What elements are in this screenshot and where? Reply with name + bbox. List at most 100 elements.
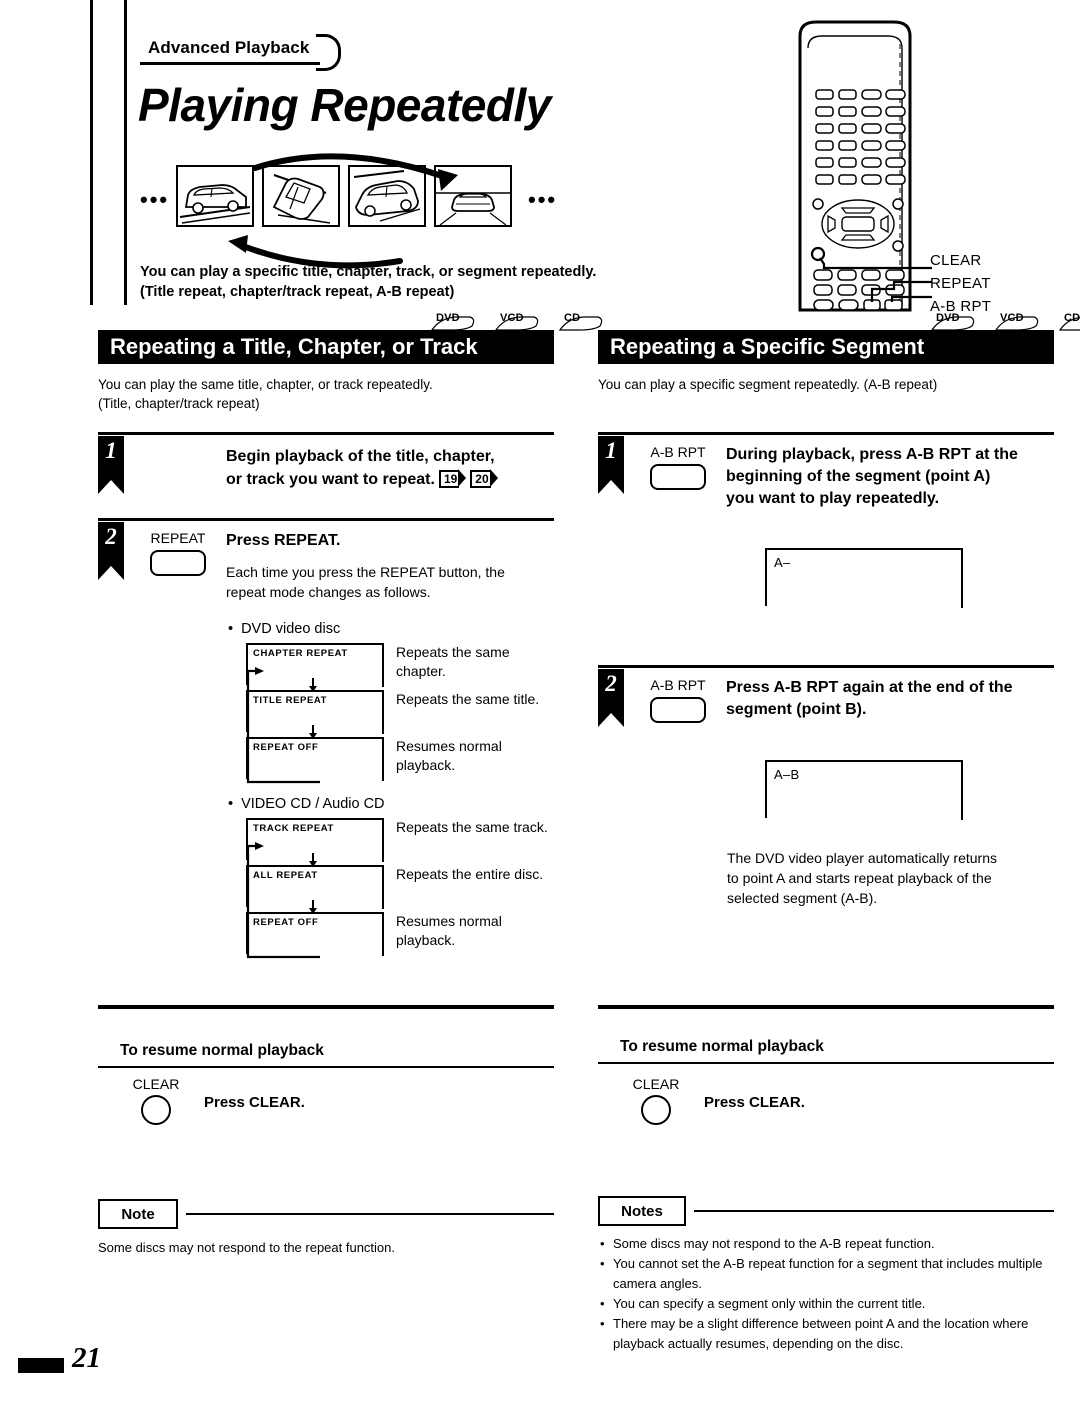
flow-dvd-desc-1-line-2: chapter. (396, 663, 446, 679)
remote-control-illustration: CLEAR REPEAT A-B RPT (782, 14, 1080, 315)
section-header-left: Repeating a Title, Chapter, or Track DVD… (98, 312, 603, 364)
left-step-1-number: 1 (105, 438, 117, 463)
flow-cd-desc-2: Repeats the entire disc. (396, 865, 586, 884)
flow-cd-desc-3-line-1: Resumes normal (396, 913, 502, 929)
right-step-1-heading: During playback, press A-B RPT at the be… (726, 444, 1056, 510)
right-step-2: 2 A-B RPT Press A-B RPT again at the end… (598, 665, 1054, 745)
badge-dvd-label: DVD (436, 312, 460, 324)
ab-rpt-button-icon-2[interactable] (650, 697, 706, 723)
right-notes-list: Some discs may not respond to the A-B re… (600, 1234, 1050, 1354)
flow-cd-display-3: REPEAT OFF (246, 912, 384, 956)
left-step-2-button-caption: REPEAT (150, 530, 206, 546)
right-step-2-number: 2 (605, 671, 617, 696)
right-step-1-heading-line-2: beginning of the segment (point A) (726, 468, 991, 485)
right-subparagraph: You can play a specific segment repeated… (598, 375, 937, 394)
right-step-2-heading-line-1: Press A-B RPT again at the end of the (726, 679, 1013, 696)
flow-dvd-row-2: TITLE REPEAT Repeats the same title. (228, 690, 539, 739)
left-step-2-marker: 2 (98, 522, 124, 584)
badge-cd-right: CD (1058, 312, 1080, 332)
left-step-1-heading: Begin playback of the title, chapter, or… (226, 446, 546, 491)
intro-line-1: You can play a specific title, chapter, … (140, 264, 597, 280)
right-resume-top-rule (598, 1005, 1054, 1009)
right-subparagraph-line-1: You can play a specific segment repeated… (598, 377, 938, 392)
left-resume-underline (98, 1066, 554, 1068)
note-item: There may be a slight difference between… (600, 1314, 1050, 1354)
section-header-left-text: Repeating a Title, Chapter, or Track (110, 334, 478, 359)
flow-dvd-row-3: REPEAT OFF Resumes normal playback. (228, 737, 502, 784)
flow-dvd-display-2-text: TITLE REPEAT (253, 695, 328, 706)
left-note-label-box: Note (98, 1199, 178, 1229)
intro-text: You can play a specific title, chapter, … (140, 262, 596, 302)
flow-dvd-desc-1-line-1: Repeats the same (396, 644, 510, 660)
page-ref-20-number: 20 (470, 470, 491, 488)
clear-button-icon-right[interactable] (641, 1095, 671, 1125)
badge-dvd-right-label: DVD (936, 312, 960, 324)
chapter-tab-bracket (316, 34, 341, 71)
chapter-tab-rule (140, 62, 320, 65)
badge-vcd-right-label: VCD (1000, 312, 1024, 324)
flow-cd-row-3: REPEAT OFF Resumes normal playback. (228, 912, 502, 959)
left-step-2-number: 2 (105, 524, 117, 549)
badge-vcd-right: VCD (994, 312, 1042, 332)
badge-cd-label: CD (564, 312, 581, 324)
flow-dvd-desc-2: Repeats the same title. (396, 690, 586, 709)
left-step-1-marker: 1 (98, 436, 124, 498)
flow-cd: VIDEO CD / Audio CD TRACK REPEAT Repeats… (228, 795, 548, 968)
badge-vcd: VCD (494, 312, 542, 332)
page-ref-19: 19 (438, 468, 467, 490)
repeat-illustration: ••• ••• (140, 153, 560, 269)
flow-cd-desc-3-line-2: playback. (396, 932, 456, 948)
left-step-2-button-group: REPEAT (130, 530, 226, 576)
right-after-text-line-3: selected segment (A-B). (727, 890, 878, 906)
left-step-1-body: Begin playback of the title, chapter, or… (226, 446, 546, 491)
right-step-1-rule (598, 432, 1054, 435)
ellipsis-right: ••• (528, 187, 558, 212)
right-step-2-marker: 2 (598, 669, 624, 731)
flow-cd-display-3-text: REPEAT OFF (253, 917, 319, 928)
flow-cd-row-2: ALL REPEAT Repeats the entire disc. (228, 865, 543, 914)
right-step-2-heading: Press A-B RPT again at the end of the se… (726, 677, 1056, 721)
film-frame-3 (348, 165, 426, 227)
right-after-text-line-1: The DVD video player automatically retur… (727, 850, 998, 866)
intro-line-2: (Title repeat, chapter/track repeat, A-B… (140, 284, 455, 300)
left-subparagraph: You can play the same title, chapter, or… (98, 375, 433, 413)
osd-point-a: A– (765, 548, 963, 608)
right-resume-instruction: Press CLEAR. (704, 1094, 805, 1111)
right-notes-rule (694, 1210, 1054, 1212)
left-note-rule (186, 1213, 554, 1215)
right-step-1-button-group: A-B RPT (630, 444, 726, 490)
badge-dvd: DVD (430, 312, 478, 332)
flow-cd-desc-3: Resumes normal playback. (396, 912, 586, 950)
page-number: 21 (72, 1342, 101, 1374)
remote-callout-clear: CLEAR (930, 252, 982, 269)
left-resume-instruction: Press CLEAR. (204, 1094, 305, 1111)
film-frame-1 (176, 165, 254, 227)
flow-cd-title: VIDEO CD / Audio CD (228, 795, 384, 813)
right-notes-label-box: Notes (598, 1196, 686, 1226)
page-ref-20: 20 (470, 468, 498, 490)
ab-rpt-button-icon[interactable] (650, 464, 706, 490)
flow-dvd-display-1-text: CHAPTER REPEAT (253, 648, 348, 659)
margin-rule-inner (124, 0, 127, 305)
left-note-label: Note (121, 1205, 155, 1223)
flow-dvd: DVD video disc CHAPTER REPEAT Repeats th… (228, 620, 539, 793)
chapter-tab-label: Advanced Playback (148, 38, 310, 57)
repeat-button-icon[interactable] (150, 550, 206, 576)
right-step-2-heading-line-2: segment (point B). (726, 701, 867, 718)
left-resume-button-caption: CLEAR (132, 1076, 180, 1092)
flow-cd-desc-1-line-1: Repeats the same track. (396, 819, 548, 835)
left-step-1-rule (98, 432, 554, 435)
left-note-text: Some discs may not respond to the repeat… (98, 1240, 396, 1255)
badge-vcd-label: VCD (500, 312, 524, 324)
left-resume-title: To resume normal playback (120, 1042, 324, 1059)
clear-button-icon[interactable] (141, 1095, 171, 1125)
osd-point-a-text: A– (774, 555, 791, 570)
ellipsis-left: ••• (140, 187, 170, 212)
left-step-2-text-line-1: Each time you press the REPEAT button, t… (226, 564, 505, 580)
left-step-2-heading: Press REPEAT. (226, 532, 341, 549)
right-step-1-number: 1 (605, 438, 617, 463)
left-subparagraph-line-1: You can play the same title, chapter, or… (98, 377, 433, 392)
left-step-1: 1 Begin playback of the title, chapter, … (98, 432, 554, 510)
right-step-1-marker: 1 (598, 436, 624, 498)
note-item: You can specify a segment only within th… (600, 1294, 1050, 1314)
